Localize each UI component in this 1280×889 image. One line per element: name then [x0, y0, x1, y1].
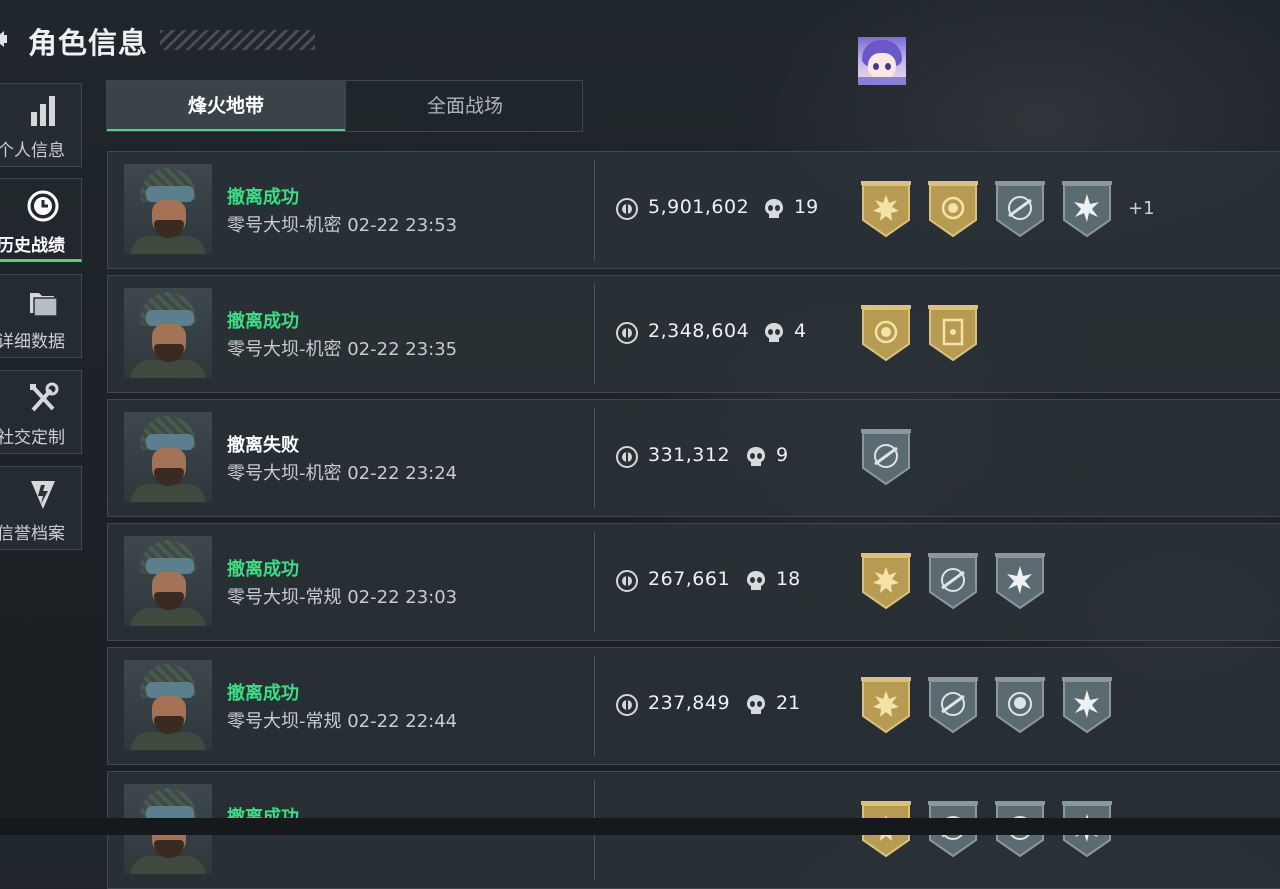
folder-icon [30, 293, 58, 317]
map-name: 零号大坝-机密 [227, 339, 342, 360]
kill-count: 9 [776, 444, 789, 466]
match-time: 02-22 23:03 [347, 587, 458, 608]
kill-count: 19 [794, 196, 819, 218]
row-divider [594, 284, 595, 384]
map-and-time: 零号大坝-机密 02-22 23:24 [227, 459, 457, 485]
tab-warzone[interactable]: 烽火地带 [107, 81, 345, 131]
coin-value-icon [616, 198, 638, 220]
match-time: 02-22 23:35 [347, 339, 458, 360]
map-and-time: 零号大坝-机密 02-22 23:35 [227, 335, 457, 361]
coin-value-icon [616, 446, 638, 468]
kill-count: 21 [776, 692, 801, 714]
extraction-status: 撤离成功 [227, 311, 299, 332]
match-time: 02-22 23:53 [347, 215, 458, 236]
extraction-status: 撤离成功 [227, 187, 299, 208]
row-divider [594, 656, 595, 756]
extraction-status: 撤离成功 [227, 559, 299, 580]
map-name: 零号大坝-常规 [227, 587, 342, 608]
gold-card-medal[interactable] [927, 304, 979, 362]
match-row[interactable]: 撤离成功 零号大坝-机密 02-22 23:35 2,348,604 4 [107, 275, 1280, 393]
page-title: 角色信息 [28, 26, 149, 60]
loot-value: 267,661 [648, 568, 731, 590]
silver-rifle-medal[interactable] [860, 428, 912, 486]
mode-tabs: 烽火地带 全面战场 [106, 80, 583, 132]
gold-sun-medal[interactable] [860, 676, 912, 734]
coin-value-icon [616, 570, 638, 592]
row-divider [594, 408, 595, 508]
gold-sun-medal[interactable] [860, 180, 912, 238]
skull-icon [765, 323, 783, 342]
silver-rifle-medal[interactable] [927, 552, 979, 610]
silver-burst-medal[interactable] [1061, 180, 1113, 238]
row-divider [594, 532, 595, 632]
map-and-time: 零号大坝-常规 02-22 22:44 [227, 707, 457, 733]
row-divider [594, 160, 595, 260]
skull-icon [747, 447, 765, 466]
coin-value-icon [616, 322, 638, 344]
loot-value: 5,901,602 [648, 196, 750, 218]
sidebar-item-label: 个人信息 [0, 141, 65, 161]
page-header: 角色信息 [0, 18, 330, 60]
match-time: 02-22 22:44 [347, 711, 458, 732]
shield-badge-icon [31, 481, 55, 509]
silver-rifle-medal[interactable] [927, 676, 979, 734]
back-arrow-icon[interactable] [0, 31, 7, 47]
match-time: 02-22 23:24 [347, 463, 458, 484]
sidebar-item-social-custom[interactable]: 社交定制 [0, 370, 82, 454]
map-and-time: 零号大坝-常规 02-22 23:03 [227, 583, 457, 609]
loot-value: 2,348,604 [648, 320, 750, 342]
silver-burst-medal[interactable] [994, 552, 1046, 610]
silver-skull-medal[interactable] [994, 676, 1046, 734]
extraction-status: 撤离成功 [227, 683, 299, 704]
operator-portrait [124, 412, 212, 502]
bottom-bar [0, 818, 1280, 835]
tools-icon [30, 382, 59, 412]
kill-count: 4 [794, 320, 807, 342]
coin-value-icon [616, 694, 638, 716]
sidebar-item-history[interactable]: 历史战绩 [0, 178, 82, 262]
operator-portrait [124, 536, 212, 626]
skull-icon [765, 199, 783, 218]
match-row[interactable]: 撤离成功 零号大坝-常规 02-22 22:44 237,849 21 [107, 647, 1280, 765]
loot-value: 237,849 [648, 692, 731, 714]
gold-sun-medal[interactable] [860, 552, 912, 610]
operator-portrait [124, 288, 212, 378]
skull-icon [747, 695, 765, 714]
extraction-status: 撤离失败 [227, 435, 299, 456]
sidebar-item-detailed-data[interactable]: 详细数据 [0, 274, 82, 358]
user-avatar[interactable] [858, 37, 906, 85]
tab-full-battlefield[interactable]: 全面战场 [345, 81, 584, 131]
more-medals-count[interactable]: +1 [1128, 198, 1155, 219]
map-and-time: 零号大坝-机密 02-22 23:53 [227, 211, 457, 237]
history-clock-icon [27, 190, 59, 222]
title-decoration [160, 30, 315, 50]
match-row[interactable]: 撤离成功 零号大坝-机密 02-22 23:53 5,901,602 19 +1 [107, 151, 1280, 269]
bar-chart-icon [31, 96, 55, 126]
map-name: 零号大坝-机密 [227, 463, 342, 484]
kill-count: 18 [776, 568, 801, 590]
sidebar-item-personal-info[interactable]: 个人信息 [0, 83, 82, 167]
gold-coin-medal[interactable] [860, 304, 912, 362]
sidebar-item-label: 信誉档案 [0, 524, 65, 544]
operator-portrait [124, 660, 212, 750]
operator-portrait [124, 164, 212, 254]
sidebar-item-label: 社交定制 [0, 428, 65, 448]
sidebar-item-label: 详细数据 [0, 332, 65, 352]
match-row[interactable]: 撤离成功 零号大坝-常规 02-22 23:03 267,661 18 [107, 523, 1280, 641]
map-name: 零号大坝-常规 [227, 711, 342, 732]
gold-coin-medal[interactable] [927, 180, 979, 238]
match-row[interactable]: 撤离失败 零号大坝-机密 02-22 23:24 331,312 9 [107, 399, 1280, 517]
sidebar-item-label: 历史战绩 [0, 236, 65, 256]
silver-rifle-medal[interactable] [994, 180, 1046, 238]
map-name: 零号大坝-机密 [227, 215, 342, 236]
loot-value: 331,312 [648, 444, 731, 466]
silver-burst-medal[interactable] [1061, 676, 1113, 734]
sidebar-item-reputation[interactable]: 信誉档案 [0, 466, 82, 550]
skull-icon [747, 571, 765, 590]
